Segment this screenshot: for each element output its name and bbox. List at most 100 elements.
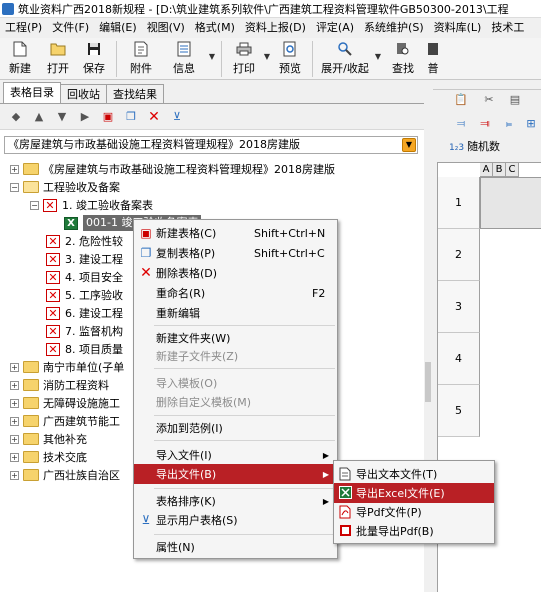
expand-icon[interactable]: + <box>10 452 19 462</box>
tree-group[interactable]: + 技术交底 <box>10 448 87 466</box>
expand-icon[interactable]: + <box>10 434 19 444</box>
info-dropdown-arrow[interactable]: ▼ <box>207 38 217 61</box>
tree-item[interactable]: ✕ 7. 监督机构 <box>46 322 123 340</box>
tree-item[interactable]: ✕ 6. 建设工程 <box>46 304 123 322</box>
export-pdf-file[interactable]: 导Pdf文件(P) <box>334 502 494 522</box>
row-header[interactable]: 2 <box>438 229 480 281</box>
expand-collapse-button[interactable]: 展开/收起 <box>317 38 373 79</box>
menu-project[interactable]: 工程(P) <box>0 18 47 38</box>
menu-delete-table[interactable]: ✕ 删除表格(D) <box>134 263 337 283</box>
copy-table-icon[interactable]: ❐ <box>123 109 139 125</box>
print-button[interactable]: 打印 <box>226 38 262 79</box>
expand-icon[interactable]: + <box>10 398 19 408</box>
delete-x-icon[interactable]: ✕ <box>146 109 162 125</box>
new-button[interactable]: 新建 <box>0 38 40 79</box>
menu-copy-table[interactable]: ❐ 复制表格(P) Shift+Ctrl+C <box>134 243 337 263</box>
info-button[interactable]: 信息 <box>161 38 207 79</box>
menu-re-edit[interactable]: 重新编辑 <box>134 303 337 323</box>
column-header[interactable]: C <box>506 163 519 177</box>
general-button[interactable]: 普 <box>423 38 443 79</box>
clipboard-icon[interactable]: ▤ <box>507 92 523 108</box>
export-excel-file[interactable]: 导出Excel文件(E) <box>334 483 494 503</box>
find-icon <box>395 41 411 57</box>
row-header[interactable]: 4 <box>438 333 480 385</box>
menu-format[interactable]: 格式(M) <box>190 18 240 38</box>
menu-show-user-tables[interactable]: ⊻ 显示用户表格(S) <box>134 510 337 530</box>
collapse-icon[interactable]: − <box>10 182 19 192</box>
export-text-file[interactable]: 导出文本文件(T) <box>334 464 494 484</box>
tree-section[interactable]: − 工程验收及备案 <box>10 178 120 196</box>
align-center-icon[interactable]: ⫥ <box>477 116 493 132</box>
align-right-icon[interactable]: ⫢ <box>501 116 517 132</box>
expand-icon[interactable]: + <box>10 362 19 372</box>
filter-icon[interactable]: ⊻ <box>169 109 185 125</box>
save-button[interactable]: 保存 <box>76 38 112 79</box>
tree-item[interactable]: ✕ 3. 建设工程 <box>46 250 123 268</box>
tree-group[interactable]: + 广西建筑节能工 <box>10 412 120 430</box>
print-dropdown-arrow[interactable]: ▼ <box>262 38 272 61</box>
menu-view[interactable]: 视图(V) <box>142 18 190 38</box>
menu-report[interactable]: 资料上报(D) <box>240 18 311 38</box>
menu-new-folder[interactable]: 新建文件夹(W) <box>134 328 337 348</box>
menu-properties[interactable]: 属性(N) <box>134 537 337 557</box>
tree-group[interactable]: + 南宁市单位(子单 <box>10 358 124 376</box>
tree-item[interactable]: ✕ 5. 工序验收 <box>46 286 123 304</box>
menu-assess[interactable]: 评定(A) <box>311 18 359 38</box>
row-header[interactable]: 1 <box>438 177 480 229</box>
expand-icon[interactable]: + <box>10 416 19 426</box>
menu-import-template: 导入模板(O) <box>156 377 218 390</box>
merge-icon[interactable]: ⊞ <box>523 116 539 132</box>
menu-import-file[interactable]: 导入文件(I) ▶ <box>134 445 337 465</box>
column-header[interactable]: B <box>493 163 506 177</box>
paste-icon[interactable]: 📋 <box>453 92 469 108</box>
expand-icon[interactable]: + <box>10 470 19 480</box>
tree-group[interactable]: + 消防工程资料 <box>10 376 109 394</box>
tab-table-directory[interactable]: 表格目录 <box>3 82 61 103</box>
tree-item[interactable]: ✕ 8. 项目质量 <box>46 340 123 358</box>
find-button[interactable]: 查找 <box>383 38 423 79</box>
row-header[interactable]: 5 <box>438 385 480 437</box>
chevron-down-icon[interactable]: ▼ <box>402 138 416 152</box>
attachment-button[interactable]: 附件 <box>121 38 161 79</box>
arrow-left-icon[interactable]: ◆ <box>8 109 24 125</box>
align-left-icon[interactable]: ⫤ <box>453 116 469 132</box>
menu-export-file[interactable]: 导出文件(B) ▶ <box>134 464 337 484</box>
tab-recycle-bin[interactable]: 回收站 <box>60 84 107 103</box>
expand-dropdown-arrow[interactable]: ▼ <box>373 38 383 61</box>
collapse-icon[interactable]: − <box>30 200 39 210</box>
open-button[interactable]: 打开 <box>40 38 76 79</box>
menu-library[interactable]: 资料库(L) <box>429 18 487 38</box>
tree-subsection[interactable]: − ✕ 1. 竣工验收备案表 <box>30 196 153 214</box>
standard-combo[interactable]: 《房屋建筑与市政基础设施工程资料管理规程》2018房建版 ▼ <box>4 136 418 154</box>
random-number-button[interactable]: 1₂3 随机数 <box>449 138 500 154</box>
new-table-icon[interactable]: ▣ <box>100 109 116 125</box>
arrow-right-icon[interactable]: ▶ <box>77 109 93 125</box>
tree-group[interactable]: + 无障碍设施施工 <box>10 394 120 412</box>
tab-search-results[interactable]: 查找结果 <box>106 84 164 103</box>
tree-item[interactable]: ✕ 4. 项目安全 <box>46 268 123 286</box>
row-header[interactable]: 3 <box>438 281 480 333</box>
menu-add-to-examples[interactable]: 添加到范例(I) <box>134 418 337 438</box>
menu-sort-tables[interactable]: 表格排序(K) ▶ <box>134 491 337 511</box>
batch-export-pdf[interactable]: 批量导出Pdf(B) <box>334 521 494 541</box>
arrow-up-icon[interactable]: ▲ <box>31 109 47 125</box>
menu-edit[interactable]: 编辑(E) <box>94 18 142 38</box>
selected-cell[interactable] <box>480 177 541 229</box>
tree-item[interactable]: ✕ 2. 危险性较 <box>46 232 123 250</box>
menu-rename[interactable]: 重命名(R) F2 <box>134 283 337 303</box>
menu-tech[interactable]: 技术工 <box>486 18 529 38</box>
expand-icon[interactable]: + <box>10 380 19 390</box>
menu-system[interactable]: 系统维护(S) <box>359 18 429 38</box>
tree-toolbar: ◆ ▲ ▼ ▶ ▣ ❐ ✕ ⊻ <box>0 104 431 130</box>
column-header[interactable]: A <box>480 163 493 177</box>
menu-file[interactable]: 文件(F) <box>47 18 94 38</box>
preview-button[interactable]: 预览 <box>272 38 308 79</box>
tree-group[interactable]: + 广西壮族自治区 <box>10 466 120 484</box>
expand-icon[interactable]: + <box>10 164 19 174</box>
menu-new-table[interactable]: ▣ 新建表格(C) Shift+Ctrl+N <box>134 223 337 243</box>
scrollbar-thumb[interactable] <box>425 362 431 402</box>
tree-root[interactable]: + 《房屋建筑与市政基础设施工程资料管理规程》2018房建版 <box>10 160 335 178</box>
scissors-icon[interactable]: ✂ <box>481 92 497 108</box>
tree-group[interactable]: + 其他补充 <box>10 430 87 448</box>
arrow-down-icon[interactable]: ▼ <box>54 109 70 125</box>
